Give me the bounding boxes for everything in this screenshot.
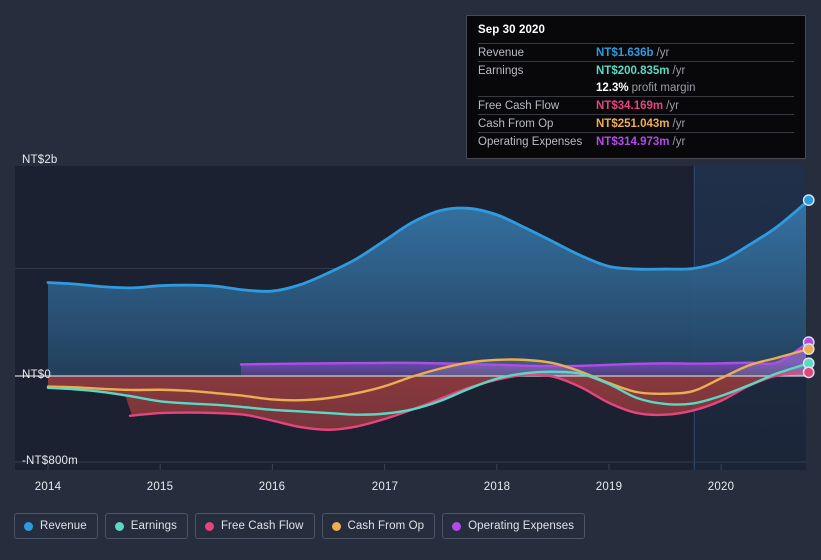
tooltip-row-value: NT$200.835m/yr (596, 64, 686, 77)
tooltip-row-value: NT$34.169m/yr (596, 99, 679, 112)
chart-legend: Revenue Earnings Free Cash Flow Cash From O… (14, 513, 586, 539)
tooltip-row-unit: /yr (672, 135, 686, 148)
tooltip-row-unit: /yr (672, 117, 686, 130)
tooltip-row-value: NT$314.973m/yr (596, 135, 686, 148)
legend-item-cash-from-op[interactable]: Cash From Op (321, 513, 436, 539)
x-axis-label-2020: 2020 (707, 481, 735, 493)
x-axis-label-2017: 2017 (371, 481, 399, 493)
legend-item-label: Operating Expenses (468, 520, 575, 532)
tooltip-row-unit: /yr (672, 64, 686, 77)
tooltip-row-label: Revenue (478, 46, 525, 59)
tooltip-row-unit: /yr (666, 99, 679, 112)
legend-color-dot-icon (24, 521, 33, 531)
x-axis-label-2019: 2019 (595, 481, 623, 493)
financial-chart-widget: NT$2b NT$0 -NT$800m 2014 2015 2016 2017 … (0, 0, 821, 560)
tooltip-row-label: Cash From Op (478, 117, 554, 130)
tooltip-row-value: NT$1.636b/yr (596, 46, 670, 59)
end-marker-cash-from-op (802, 343, 815, 355)
legend-item-label: Free Cash Flow (220, 520, 304, 532)
legend-item-earnings[interactable]: Earnings (104, 513, 188, 539)
legend-item-label: Earnings (130, 520, 177, 532)
y-axis-label-zero: NT$0 (22, 369, 51, 381)
tooltip-row: Earnings NT$200.835m/yr (478, 61, 794, 79)
tooltip-row: 12.3% profit margin (478, 79, 794, 96)
tooltip-row-label: Earnings (478, 64, 524, 77)
legend-color-dot-icon (204, 521, 214, 531)
end-marker-free-cash-flow (802, 366, 815, 379)
tooltip-row-unit: /yr (656, 46, 670, 59)
x-axis-label-2016: 2016 (258, 481, 286, 493)
tooltip-row: Cash From Op NT$251.043m/yr (478, 114, 794, 132)
data-tooltip: Sep 30 2020 Revenue NT$1.636b/yr Earnings N… (466, 15, 806, 159)
tooltip-date: Sep 30 2020 (478, 24, 545, 36)
x-axis-label-2015: 2015 (146, 481, 174, 493)
legend-color-dot-icon (452, 521, 462, 531)
legend-item-operating-expenses[interactable]: Operating Expenses (442, 513, 586, 539)
legend-item-label: Cash From Op (347, 520, 425, 532)
tooltip-row-label: Operating Expenses (478, 135, 583, 148)
tooltip-rows: Revenue NT$1.636b/yr Earnings NT$200.835m/y… (478, 43, 794, 150)
legend-color-dot-icon (114, 521, 124, 531)
legend-color-dot-icon (331, 521, 341, 531)
tooltip-row-value: NT$251.043m/yr (596, 117, 686, 130)
y-axis-label-top: NT$2b (22, 154, 58, 166)
tooltip-row-label: Free Cash Flow (478, 99, 560, 112)
y-axis-label-bottom: -NT$800m (22, 455, 78, 467)
tooltip-row-unit: profit margin (631, 81, 696, 94)
end-marker-revenue (802, 194, 815, 207)
legend-item-revenue[interactable]: Revenue (14, 513, 98, 539)
x-axis-label-2014: 2014 (34, 481, 62, 493)
x-axis-label-2018: 2018 (483, 481, 511, 493)
tooltip-row-value: 12.3% profit margin (596, 81, 696, 94)
legend-item-label: Revenue (40, 520, 87, 532)
tooltip-row: Revenue NT$1.636b/yr (478, 43, 794, 61)
tooltip-row: Free Cash Flow NT$34.169m/yr (478, 96, 794, 114)
tooltip-row: Operating Expenses NT$314.973m/yr (478, 132, 794, 150)
legend-item-free-cash-flow[interactable]: Free Cash Flow (194, 513, 315, 539)
